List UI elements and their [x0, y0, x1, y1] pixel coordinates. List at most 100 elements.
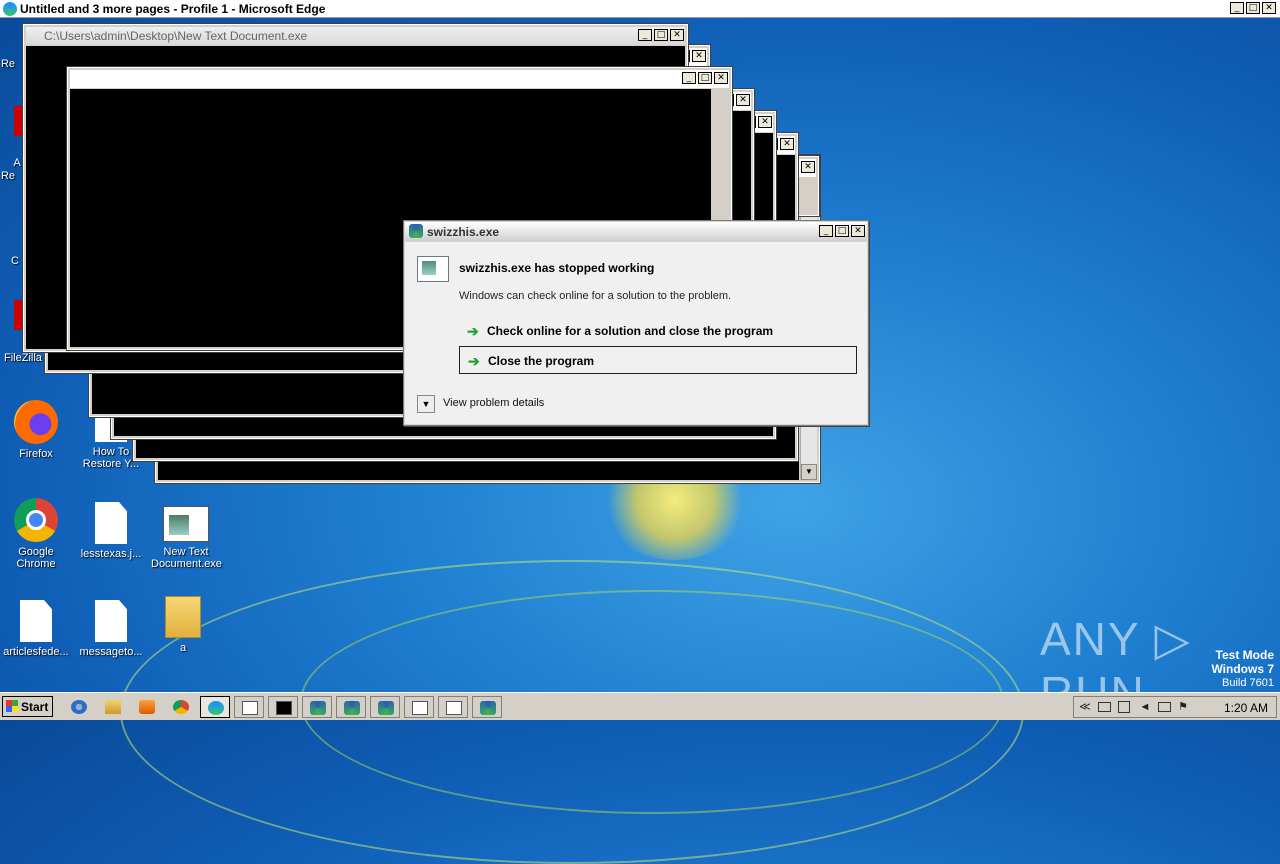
media-player-icon — [139, 700, 155, 714]
windows-flag-icon — [6, 700, 18, 712]
desktop-icon-chrome[interactable]: Google Chrome — [1, 498, 71, 570]
console-titlebar[interactable] — [70, 70, 729, 88]
dialog-headline: swizzhis.exe has stopped working — [459, 261, 655, 275]
dialog-title: swizzhis.exe — [427, 225, 500, 239]
close-button[interactable]: ✕ — [801, 161, 815, 173]
desktop-icon-label: How To Restore Y... — [82, 446, 140, 470]
start-button[interactable]: Start — [2, 696, 53, 717]
firefox-icon — [14, 400, 58, 444]
build-line: Build 7601 — [1222, 677, 1274, 689]
taskbar-window-button[interactable] — [404, 696, 434, 718]
console-titlebar[interactable]: C:\Users\admin\Desktop\New Text Document… — [26, 27, 685, 45]
chrome-taskbar-icon[interactable] — [166, 696, 196, 718]
desktop-icon-lesstexas[interactable]: lesstexas.j... — [76, 502, 146, 560]
edge-logo-icon — [3, 2, 17, 16]
close-button[interactable]: ✕ — [780, 138, 794, 150]
desktop-icon-messageto[interactable]: messageto... — [76, 600, 146, 658]
maximize-button[interactable]: □ — [1246, 2, 1260, 14]
document-icon — [20, 600, 52, 642]
explorer-taskbar-icon[interactable] — [98, 696, 128, 718]
desktop-icon-label: Re — [0, 170, 16, 182]
green-arrow-icon: ➔ — [467, 323, 479, 339]
maximize-button[interactable]: □ — [835, 225, 849, 237]
ie-taskbar-icon[interactable] — [64, 696, 94, 718]
volume-icon[interactable]: ◄ — [1138, 700, 1152, 714]
taskbar-window-button[interactable] — [268, 696, 298, 718]
close-button[interactable]: ✕ — [851, 225, 865, 237]
taskbar-clock[interactable]: 1:20 AM — [1224, 701, 1268, 715]
dialog-titlebar[interactable]: swizzhis.exe _ □ ✕ — [405, 222, 867, 241]
folder-icon — [105, 700, 121, 714]
system-tray: ≪ ◄ ⚑ 1:20 AM — [1073, 696, 1277, 718]
power-icon[interactable] — [1158, 702, 1171, 712]
test-mode-notice: Test Mode Windows 7 Build 7601 — [1211, 648, 1274, 690]
close-program-option[interactable]: ➔ Close the program — [459, 346, 857, 374]
console-title: C:\Users\admin\Desktop\New Text Document… — [44, 29, 308, 43]
start-label: Start — [21, 700, 49, 714]
desktop-icon-newtext[interactable]: New Text Document.exe — [151, 502, 222, 570]
minimize-button[interactable]: _ — [819, 225, 833, 237]
check-online-option[interactable]: ➔ Check online for a solution and close … — [459, 317, 857, 345]
swizzhis-app-icon — [378, 701, 394, 715]
desktop-icon-label: A — [13, 157, 21, 169]
document-icon — [95, 502, 127, 544]
edge-taskbar-button[interactable] — [200, 696, 230, 718]
swizzhis-app-icon — [310, 701, 326, 715]
close-button[interactable]: ✕ — [736, 94, 750, 106]
maximize-button[interactable]: □ — [698, 72, 712, 84]
taskbar-window-button[interactable] — [438, 696, 468, 718]
executable-icon — [446, 701, 462, 715]
minimize-button[interactable]: _ — [682, 72, 696, 84]
close-button[interactable]: ✕ — [670, 29, 684, 41]
close-button[interactable]: ✕ — [714, 72, 728, 84]
desktop-icon-firefox[interactable]: Firefox — [1, 400, 71, 460]
chevron-down-icon[interactable]: ▼ — [417, 395, 435, 413]
desktop-icon-folder-a[interactable]: a — [148, 596, 218, 654]
browser-titlebar[interactable]: Untitled and 3 more pages - Profile 1 - … — [0, 0, 1280, 18]
error-dialog[interactable]: swizzhis.exe _ □ ✕ swizzhis.exe has stop… — [403, 220, 869, 426]
folder-icon — [165, 596, 201, 638]
media-player-taskbar-icon[interactable] — [132, 696, 162, 718]
desktop-icon-label: Firefox — [19, 448, 53, 460]
green-arrow-icon: ➔ — [468, 353, 480, 369]
taskbar-window-button[interactable] — [472, 696, 502, 718]
minimize-button[interactable]: _ — [638, 29, 652, 41]
program-error-icon — [417, 256, 449, 282]
desktop-icon-label: Re — [0, 58, 16, 70]
executable-icon — [242, 701, 258, 715]
network-icon[interactable] — [1118, 701, 1130, 713]
close-button[interactable]: ✕ — [692, 50, 706, 62]
swizzhis-app-icon — [344, 701, 360, 715]
taskbar-window-button[interactable] — [370, 696, 400, 718]
show-hidden-icons-chevron-icon[interactable]: ≪ — [1078, 700, 1092, 714]
scroll-down-button[interactable]: ▼ — [801, 464, 817, 480]
internet-explorer-icon — [71, 700, 87, 714]
desktop-icon-label: Google Chrome — [16, 546, 56, 570]
chrome-icon — [14, 498, 58, 542]
close-button[interactable]: ✕ — [1262, 2, 1276, 14]
executable-icon — [412, 701, 428, 715]
swizzhis-app-icon — [480, 701, 496, 715]
desktop-icon-articles[interactable]: articlesfede... — [1, 600, 71, 658]
test-mode-line: Test Mode — [1215, 648, 1274, 662]
desktop-icon-label: C — [11, 255, 19, 267]
action-center-icon[interactable] — [1098, 702, 1111, 712]
minimize-button[interactable]: _ — [1230, 2, 1244, 14]
taskbar-window-button[interactable] — [302, 696, 332, 718]
close-button[interactable]: ✕ — [758, 116, 772, 128]
flag-notification-icon[interactable]: ⚑ — [1176, 700, 1190, 714]
taskbar-window-button[interactable] — [234, 696, 264, 718]
edge-icon — [208, 701, 224, 715]
console-icon — [276, 701, 292, 715]
windows-version-line: Windows 7 — [1211, 662, 1274, 676]
browser-title: Untitled and 3 more pages - Profile 1 - … — [20, 2, 326, 16]
app-icon — [409, 224, 423, 238]
document-icon — [95, 600, 127, 642]
maximize-button[interactable]: □ — [654, 29, 668, 41]
dialog-body: swizzhis.exe has stopped working Windows… — [405, 242, 867, 424]
chrome-icon — [173, 700, 189, 714]
option-label: Check online for a solution and close th… — [487, 324, 774, 338]
desktop-icon-label: messageto... — [79, 646, 143, 658]
taskbar-window-button[interactable] — [336, 696, 366, 718]
desktop-icon-label: New Text Document.exe — [151, 546, 222, 570]
